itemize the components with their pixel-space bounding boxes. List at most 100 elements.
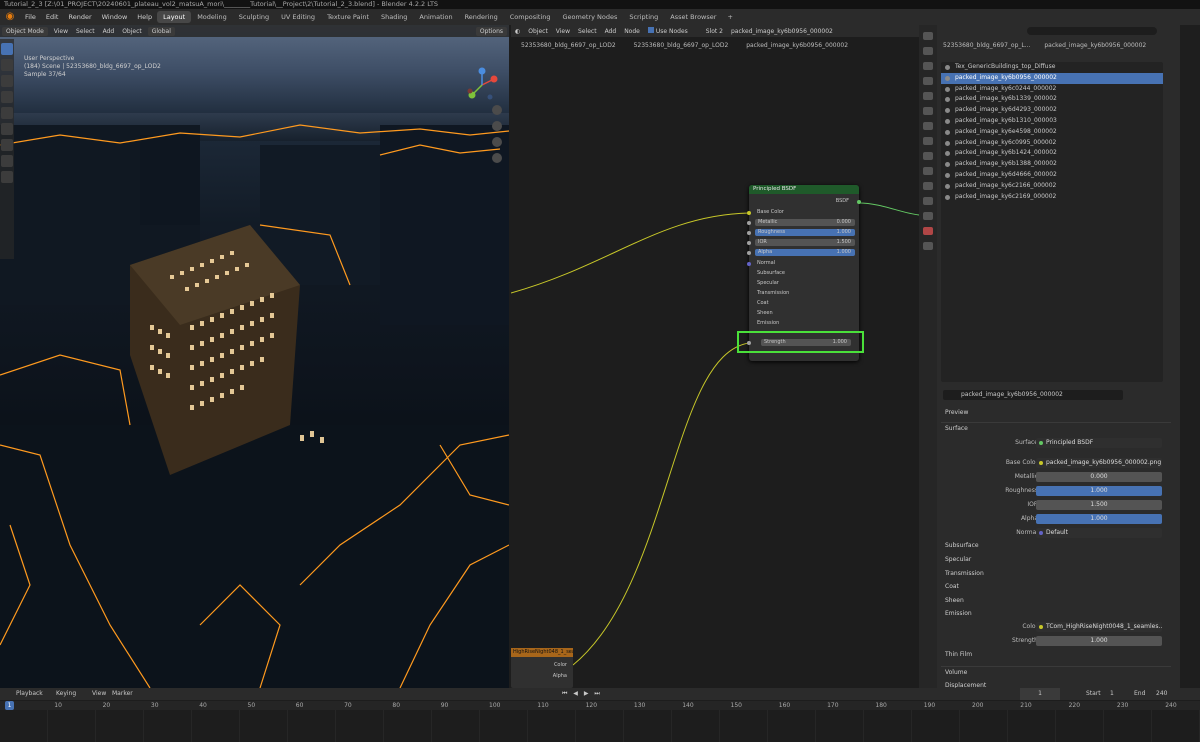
transform-orientation-dropdown[interactable]: Global [147,26,175,36]
image-list-item[interactable]: packed_image_ky6c2166_000002 [941,181,1163,192]
displacement-panel[interactable]: Displacement [941,680,1171,688]
image-list-item[interactable]: packed_image_ky6b0956_000002 [941,72,1163,84]
texture-tab-icon[interactable] [923,242,933,250]
physics-tab-icon[interactable] [923,182,933,190]
emission-color-field[interactable]: TCom_HighRiseNight0048_1_seamles... [1036,622,1162,632]
timeline-menu-playback[interactable]: Playback [16,688,43,700]
output-tab-icon[interactable] [923,62,933,70]
transform-tool-icon[interactable] [1,123,13,135]
object-tab-icon[interactable] [923,137,933,145]
preview-panel-header[interactable]: Preview [941,407,1171,418]
alpha-field[interactable]: Alpha 1.000 [755,249,855,256]
image-list-item[interactable]: packed_image_ky6d4293_000002 [941,105,1163,116]
annotate-tool-icon[interactable] [1,139,13,151]
roughness-socket[interactable] [747,231,751,235]
timeline-menu-view[interactable]: View [92,688,106,700]
image-list-item[interactable]: packed_image_ky6d4666_000002 [941,170,1163,181]
end-value[interactable]: 240 [1156,688,1167,700]
scale-tool-icon[interactable] [1,107,13,119]
particles-tab-icon[interactable] [923,167,933,175]
render-tab-icon[interactable] [923,47,933,55]
viewport-menu-view[interactable]: View [50,28,72,35]
normal-socket[interactable] [747,262,751,266]
image-list-item[interactable]: packed_image_ky6b1339_000002 [941,94,1163,105]
panel-emission[interactable]: Emission [749,319,859,328]
ior-prop-field[interactable]: 1.500 [1036,500,1162,510]
constraints-tab-icon[interactable] [923,197,933,205]
image-list-item[interactable]: packed_image_ky6c0995_000002 [941,138,1163,149]
pan-hand-icon[interactable] [492,121,502,131]
playback-controls[interactable]: ⏮ ◀ ▶ ⏭ [562,688,602,700]
move-tool-icon[interactable] [1,75,13,87]
timeline-body[interactable] [0,710,1200,742]
surface-shader-field[interactable]: Principled BSDF [1036,438,1162,448]
measure-tool-icon[interactable] [1,155,13,167]
thin-film-panel[interactable]: Thin Film [941,649,1171,660]
bsdf-output-socket[interactable] [857,200,861,204]
volume-panel[interactable]: Volume [941,666,1171,677]
alpha-socket[interactable] [747,251,751,255]
panel-subsurface[interactable]: Subsurface [749,269,859,278]
metallic-field[interactable]: Metallic 0.000 [755,219,855,226]
mode-dropdown[interactable]: Object Mode [2,26,48,36]
shader-node-editor[interactable]: ◐ Object View Select Add Node Use Nodes … [511,25,919,688]
alpha-prop-field[interactable]: 1.000 [1036,514,1162,524]
image-texture-node[interactable]: HighRiseNight048_1_seamles Color Alpha [511,648,573,688]
timeline-menu-marker[interactable]: Marker [112,688,133,700]
surface-panel-header[interactable]: Surface [941,422,1171,433]
image-list-item[interactable]: Tex_GenericBuildings_top_Diffuse [941,62,1163,73]
start-value[interactable]: 1 [1110,688,1114,700]
texture-alpha-output[interactable]: Alpha [553,673,567,679]
tool-tab-icon[interactable] [923,32,933,40]
tab-shading[interactable]: Shading [375,11,413,23]
add-workspace-button[interactable]: + [722,13,737,21]
viewport-menu-select[interactable]: Select [72,28,99,35]
rotate-tool-icon[interactable] [1,91,13,103]
image-list-item[interactable]: packed_image_ky6b1310_000003 [941,116,1163,127]
cursor-tool-icon[interactable] [1,59,13,71]
menu-help[interactable]: Help [132,13,157,21]
view-layer-tab-icon[interactable] [923,77,933,85]
sheen-panel[interactable]: Sheen [941,595,1171,606]
base-color-socket[interactable] [747,211,751,215]
menu-render[interactable]: Render [63,13,96,21]
coat-panel[interactable]: Coat [941,581,1171,592]
blender-logo-icon[interactable]: ◉ [4,11,16,23]
metallic-prop-field[interactable]: 0.000 [1036,472,1162,482]
emission-panel[interactable]: Emission [941,608,1171,619]
image-list-item[interactable]: packed_image_ky6c0244_000002 [941,84,1163,95]
select-tool-icon[interactable] [1,43,13,55]
ior-field[interactable]: IOR 1.500 [755,239,855,246]
base-color-prop-field[interactable]: packed_image_ky6b0956_000002.png [1036,458,1162,468]
subsurface-panel[interactable]: Subsurface [941,540,1171,551]
panel-specular[interactable]: Specular [749,279,859,288]
image-list[interactable]: Tex_GenericBuildings_top_Diffuse packed_i… [941,62,1163,382]
panel-coat[interactable]: Coat [749,299,859,308]
tab-texture-paint[interactable]: Texture Paint [321,11,375,23]
current-frame-field[interactable]: 1 [1020,688,1060,700]
normal-prop-field[interactable]: Default [1036,528,1162,538]
tab-geometry-nodes[interactable]: Geometry Nodes [557,11,624,23]
viewport-menu-object[interactable]: Object [118,28,146,35]
tab-animation[interactable]: Animation [413,11,458,23]
tab-uv-editing[interactable]: UV Editing [275,11,321,23]
menu-window[interactable]: Window [97,13,133,21]
timeline-ruler[interactable]: 1102030405060708090100110120130140150160… [0,701,1200,710]
menu-file[interactable]: File [20,13,41,21]
material-tab-icon[interactable] [923,227,933,235]
specular-panel[interactable]: Specular [941,554,1171,565]
playhead[interactable]: 1 [5,701,14,710]
collection-tab-icon[interactable] [923,122,933,130]
timeline-menu-keying[interactable]: Keying [56,688,76,700]
properties-search-input[interactable] [1027,27,1157,35]
viewport-menu-add[interactable]: Add [99,28,119,35]
roughness-field[interactable]: Roughness 1.000 [755,229,855,236]
tab-sculpting[interactable]: Sculpting [233,11,275,23]
image-list-item[interactable]: packed_image_ky6b1388_000002 [941,159,1163,170]
camera-icon[interactable] [492,137,502,147]
data-tab-icon[interactable] [923,212,933,220]
tab-modeling[interactable]: Modeling [191,11,233,23]
material-name-field[interactable]: packed_image_ky6b0956_000002 [943,390,1123,400]
scene-tab-icon[interactable] [923,92,933,100]
tab-rendering[interactable]: Rendering [459,11,504,23]
